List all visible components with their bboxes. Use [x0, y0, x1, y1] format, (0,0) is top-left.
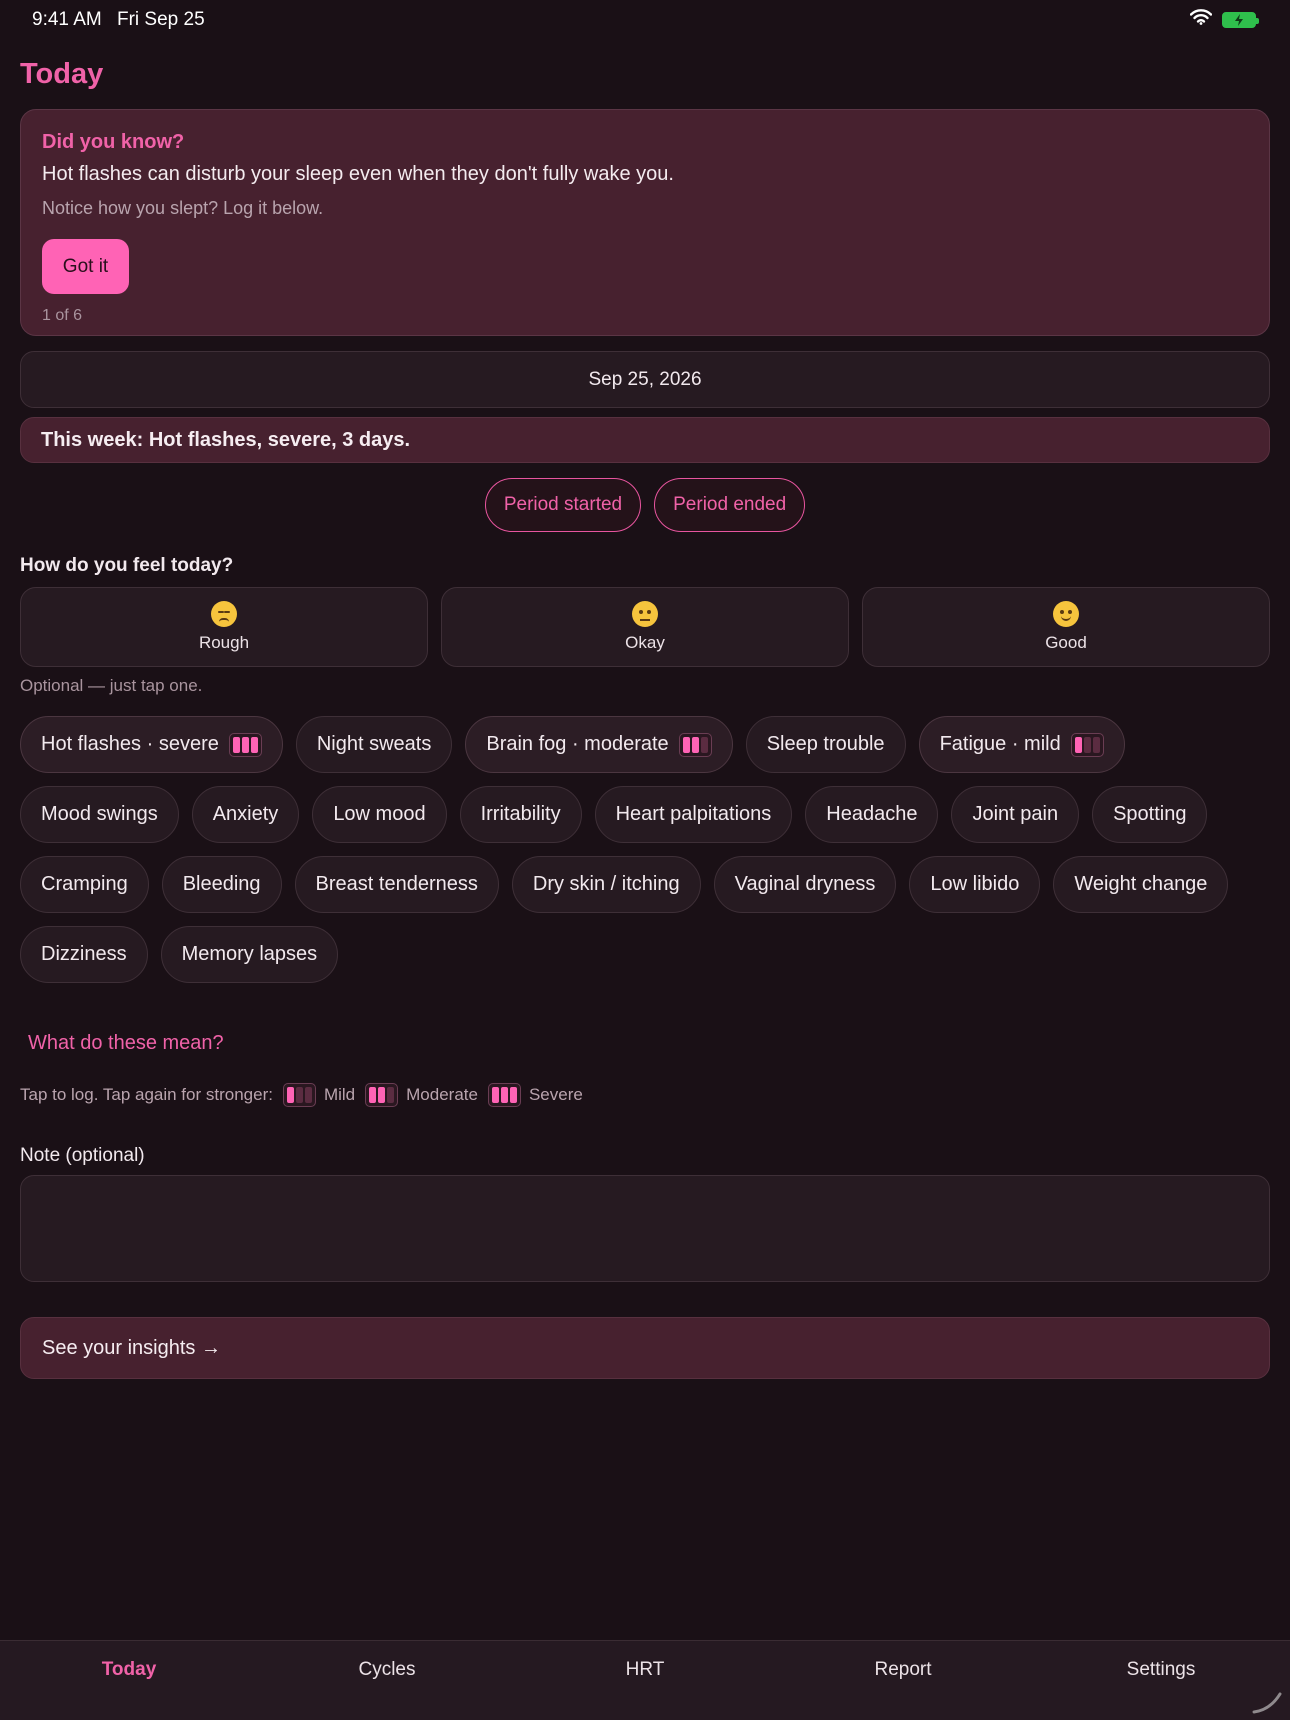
symptom-chip-vaginal-dryness[interactable]: Vaginal dryness — [713, 856, 897, 913]
symptom-chip-joint-pain[interactable]: Joint pain — [951, 786, 1080, 843]
got-it-button[interactable]: Got it — [42, 239, 129, 294]
mood-options: Rough Okay Good — [20, 587, 1270, 667]
symptom-label: Weight change — [1074, 873, 1208, 895]
symptom-chip-mood-swings[interactable]: Mood swings — [20, 786, 179, 843]
tab-cycles[interactable]: Cycles — [258, 1641, 516, 1699]
symptom-chip-heart-palpitations[interactable]: Heart palpitations — [594, 786, 793, 843]
symptom-label: Low mood — [333, 803, 426, 825]
symptom-chip-breast-tenderness[interactable]: Breast tenderness — [294, 856, 499, 913]
symptom-chip-cramping[interactable]: Cramping — [20, 856, 149, 913]
symptom-chip-low-libido[interactable]: Low libido — [909, 856, 1041, 913]
mood-okay-button[interactable]: Okay — [441, 587, 849, 667]
symptom-chip-low-mood[interactable]: Low mood — [312, 786, 447, 843]
severity-severe-icon — [228, 732, 262, 757]
symptom-chip-headache[interactable]: Headache — [805, 786, 939, 843]
neutral-face-icon — [632, 601, 658, 627]
legend-severe: Severe — [528, 1085, 583, 1104]
symptom-chip-dizziness[interactable]: Dizziness — [20, 926, 148, 983]
status-icons — [1189, 9, 1259, 31]
symptom-label: Low libido — [930, 873, 1020, 895]
symptom-chip-fatigue[interactable]: Fatigue · mild — [918, 716, 1125, 773]
note-label: Note (optional) — [20, 1145, 145, 1166]
symptom-chip-bleeding[interactable]: Bleeding — [161, 856, 282, 913]
symptom-chip-hot-flashes[interactable]: Hot flashes · severe — [20, 716, 283, 773]
battery-charging-icon — [1222, 12, 1259, 28]
legend-intro: Tap to log. Tap again for stronger: — [20, 1085, 273, 1104]
symptom-chip-weight-change[interactable]: Weight change — [1053, 856, 1229, 913]
symptom-label: Headache — [826, 803, 918, 825]
symptom-label: Hot flashes · severe — [41, 733, 219, 755]
symptom-label: Joint pain — [972, 803, 1059, 825]
slightly-smiling-face-icon — [1053, 601, 1079, 627]
persevering-face-icon — [211, 601, 237, 627]
period-ended-button[interactable]: Period ended — [654, 478, 806, 532]
symptom-chip-spotting[interactable]: Spotting — [1092, 786, 1208, 843]
symptom-chips: Hot flashes · severe Night sweats Brain … — [20, 716, 1270, 996]
severity-moderate-icon — [365, 1083, 399, 1107]
tip-counter: 1 of 6 — [42, 307, 83, 324]
legend-mild: Mild — [323, 1085, 356, 1104]
home-indicator-icon — [1252, 1690, 1282, 1714]
severity-severe-icon — [487, 1083, 521, 1107]
note-field[interactable] — [20, 1175, 1270, 1282]
symptom-label: Mood swings — [41, 803, 158, 825]
symptom-label: Spotting — [1113, 803, 1187, 825]
symptom-label: Irritability — [480, 803, 561, 825]
see-insights-button[interactable]: See your insights → — [20, 1317, 1270, 1379]
tip-heading: Did you know? — [42, 131, 185, 153]
symptom-chip-night-sweats[interactable]: Night sweats — [295, 716, 453, 773]
feel-question: How do you feel today? — [20, 555, 234, 576]
status-date: Fri Sep 25 — [117, 9, 205, 30]
symptom-label: Sleep trouble — [766, 733, 885, 755]
tip-body: Hot flashes can disturb your sleep even … — [42, 163, 674, 185]
did-you-know-card: Did you know? Hot flashes can disturb yo… — [20, 109, 1270, 336]
tip-subtext: Notice how you slept? Log it below. — [42, 198, 324, 218]
symptom-chip-memory-lapses[interactable]: Memory lapses — [160, 926, 339, 983]
legend-moderate: Moderate — [406, 1085, 478, 1104]
symptom-chip-sleep-trouble[interactable]: Sleep trouble — [745, 716, 906, 773]
tab-hrt[interactable]: HRT — [516, 1641, 774, 1699]
severity-mild-icon — [1070, 732, 1104, 757]
mood-label: Good — [1045, 633, 1087, 652]
symptom-label: Fatigue · mild — [939, 733, 1061, 755]
symptom-label: Night sweats — [316, 733, 432, 755]
symptom-label: Dry skin / itching — [532, 873, 680, 895]
status-time-date: 9:41 AM Fri Sep 25 — [32, 9, 215, 31]
wifi-icon — [1189, 9, 1213, 31]
symptom-label: Heart palpitations — [615, 803, 772, 825]
mood-good-button[interactable]: Good — [862, 587, 1270, 667]
symptom-label: Cramping — [41, 873, 128, 895]
mood-label: Okay — [625, 633, 665, 652]
severity-moderate-icon — [678, 732, 712, 757]
mood-hint: Optional — just tap one. — [20, 676, 203, 695]
symptom-chip-brain-fog[interactable]: Brain fog · moderate — [465, 716, 733, 773]
tab-today[interactable]: Today — [0, 1641, 258, 1699]
period-started-button[interactable]: Period started — [484, 478, 642, 532]
tab-bar: Today Cycles HRT Report Settings — [0, 1640, 1290, 1720]
severity-mild-icon — [282, 1083, 316, 1107]
symptom-label: Dizziness — [41, 943, 127, 965]
date-selector[interactable]: Sep 25, 2026 — [20, 351, 1270, 408]
week-summary-banner: This week: Hot flashes, severe, 3 days. — [20, 417, 1270, 463]
symptom-chip-anxiety[interactable]: Anxiety — [191, 786, 300, 843]
mood-rough-button[interactable]: Rough — [20, 587, 428, 667]
symptom-label: Bleeding — [182, 873, 261, 895]
symptom-chip-dry-skin[interactable]: Dry skin / itching — [511, 856, 701, 913]
what-do-these-mean-link[interactable]: What do these mean? — [28, 1032, 224, 1055]
mood-label: Rough — [198, 633, 250, 652]
symptom-chip-irritability[interactable]: Irritability — [459, 786, 582, 843]
tab-report[interactable]: Report — [774, 1641, 1032, 1699]
symptom-label: Brain fog · moderate — [486, 733, 669, 755]
page-title: Today — [20, 58, 104, 90]
status-bar: 9:41 AM Fri Sep 25 — [0, 0, 1290, 40]
symptom-label: Vaginal dryness — [734, 873, 876, 895]
severity-legend: Tap to log. Tap again for stronger: Mild… — [20, 1083, 583, 1107]
status-time: 9:41 AM — [32, 9, 102, 30]
symptom-label: Anxiety — [212, 803, 279, 825]
symptom-label: Breast tenderness — [315, 873, 478, 895]
period-buttons: Period started Period ended — [20, 478, 1270, 532]
symptom-label: Memory lapses — [181, 943, 318, 965]
